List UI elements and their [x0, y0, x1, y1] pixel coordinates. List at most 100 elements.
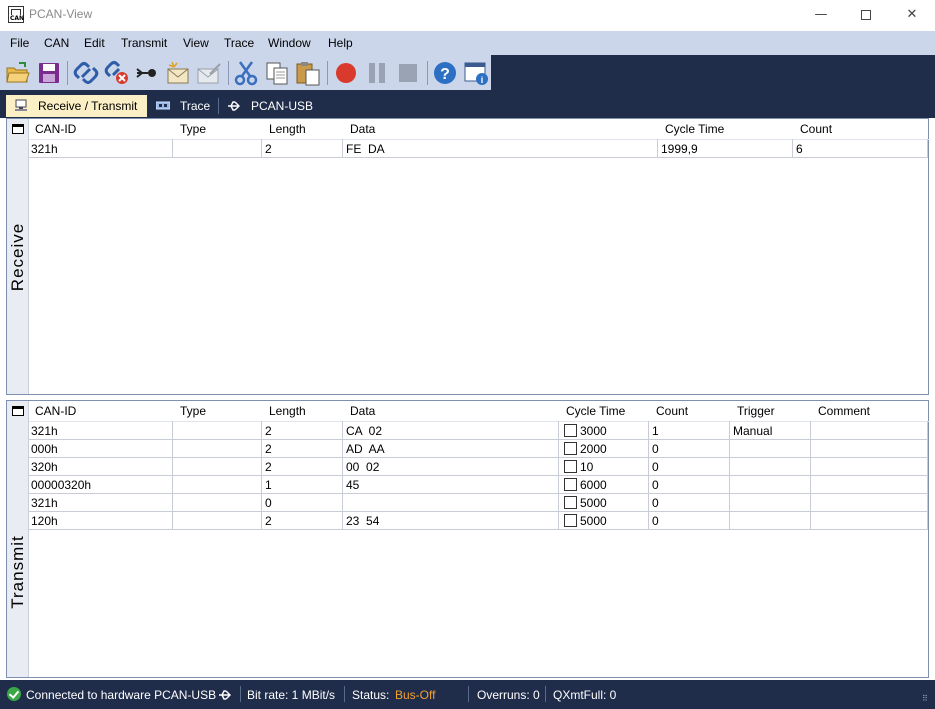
transmit-row-data: AD AA: [346, 442, 385, 456]
col-type[interactable]: Type: [174, 401, 206, 421]
toolbar-area: ? i: [0, 55, 935, 90]
resize-grip-icon[interactable]: ⠿: [922, 695, 932, 706]
transmit-row-can-id: 00000320h: [31, 478, 92, 492]
reset-icon[interactable]: [134, 60, 160, 86]
transmit-row-type: [174, 493, 176, 511]
open-icon[interactable]: [5, 60, 31, 86]
menu-help[interactable]: Help: [328, 36, 353, 50]
menu-can[interactable]: CAN: [44, 36, 69, 50]
receive-row-length: 2: [265, 142, 272, 156]
cycle-enable-checkbox[interactable]: [564, 496, 577, 509]
trace-icon: [156, 101, 170, 110]
transmit-row-can-id: 320h: [31, 460, 58, 474]
cycle-time-value: 5000: [580, 496, 607, 510]
transmit-row-length: 1: [265, 478, 272, 492]
disconnect-icon[interactable]: [104, 60, 130, 86]
table-row[interactable]: [29, 457, 928, 458]
table-row[interactable]: [29, 493, 928, 494]
cycle-enable-checkbox[interactable]: [564, 478, 577, 491]
tab-label: Receive / Transmit: [38, 99, 138, 113]
svg-text:i: i: [481, 75, 484, 85]
menu-file[interactable]: File: [10, 36, 29, 50]
cycle-enable-checkbox[interactable]: [564, 514, 577, 527]
cycle-time-value: 5000: [580, 514, 607, 528]
menu-view[interactable]: View: [183, 36, 209, 50]
tab-label: Trace: [180, 99, 211, 113]
transmit-row-data: 45: [346, 478, 360, 492]
qxmtfull-status: QXmtFull: 0: [553, 688, 617, 702]
svg-text:?: ?: [440, 66, 450, 83]
transmit-row-can-id: 321h: [31, 424, 58, 438]
menu-window[interactable]: Window: [268, 36, 311, 50]
receive-row-data: FE DA: [346, 142, 385, 156]
cycle-enable-checkbox[interactable]: [564, 424, 577, 437]
about-icon[interactable]: i: [463, 60, 489, 86]
edit-message-icon[interactable]: [196, 60, 222, 86]
copy-icon[interactable]: [264, 60, 290, 86]
connect-icon[interactable]: [73, 60, 99, 86]
new-message-icon[interactable]: [166, 60, 192, 86]
stop-icon[interactable]: [395, 60, 421, 86]
transmit-row-comment: [812, 457, 814, 475]
transmit-row-cycle-time[interactable]: 6000: [560, 475, 607, 493]
col-comment[interactable]: Comment: [812, 401, 870, 421]
transmit-row-data: [344, 493, 346, 511]
col-can-id[interactable]: CAN-ID: [29, 119, 76, 139]
col-data[interactable]: Data: [344, 401, 375, 421]
table-row[interactable]: [29, 475, 928, 476]
transmit-row-data: 00 02: [346, 460, 380, 474]
tab-label: PCAN-USB: [251, 99, 314, 113]
transmit-row-cycle-time[interactable]: 5000: [560, 511, 607, 529]
transmit-row-type: [174, 475, 176, 493]
computer-icon: [15, 99, 27, 111]
menu-edit[interactable]: Edit: [84, 36, 105, 50]
col-type[interactable]: Type: [174, 119, 206, 139]
cut-icon[interactable]: [233, 60, 259, 86]
close-button[interactable]: ✕: [889, 0, 935, 30]
transmit-panel: Transmit CAN-ID Type Length Data Cycle T…: [6, 400, 929, 678]
column-chooser-icon[interactable]: [12, 124, 24, 134]
save-icon[interactable]: [36, 60, 62, 86]
status-bar: Connected to hardware PCAN-USB Bit rate:…: [0, 680, 935, 709]
transmit-row-cycle-time[interactable]: 5000: [560, 493, 607, 511]
menu-transmit[interactable]: Transmit: [121, 36, 167, 50]
cycle-enable-checkbox[interactable]: [564, 442, 577, 455]
cycle-time-value: 3000: [580, 424, 607, 438]
cycle-enable-checkbox[interactable]: [564, 460, 577, 473]
tab-receive-transmit[interactable]: Receive / Transmit: [6, 95, 147, 117]
transmit-row-cycle-time[interactable]: 10: [560, 457, 593, 475]
col-trigger[interactable]: Trigger: [731, 401, 775, 421]
minimize-button[interactable]: —: [798, 0, 844, 30]
bus-status-badge: Bus-Off: [395, 688, 436, 702]
receive-panel: Receive CAN-ID Type Length Data Cycle Ti…: [6, 118, 929, 395]
tab-strip: Receive / Transmit Trace PCAN-USB: [0, 90, 935, 118]
table-row[interactable]: [29, 439, 928, 440]
col-length[interactable]: Length: [263, 401, 306, 421]
connected-check-icon: [7, 687, 21, 701]
pause-icon[interactable]: [364, 60, 390, 86]
transmit-row-count: 0: [652, 496, 659, 510]
col-count[interactable]: Count: [650, 401, 688, 421]
table-row[interactable]: [29, 529, 928, 530]
transmit-row-cycle-time[interactable]: 3000: [560, 421, 607, 439]
col-length[interactable]: Length: [263, 119, 306, 139]
help-icon[interactable]: ?: [432, 60, 458, 86]
paste-icon[interactable]: [295, 60, 321, 86]
table-row[interactable]: [29, 511, 928, 512]
col-cycle-time[interactable]: Cycle Time: [560, 401, 625, 421]
tab-pcan-usb[interactable]: PCAN-USB: [221, 95, 321, 117]
transmit-row-cycle-time[interactable]: 2000: [560, 439, 607, 457]
tab-trace[interactable]: Trace: [150, 95, 218, 117]
col-cycle-time[interactable]: Cycle Time: [659, 119, 724, 139]
cycle-time-value: 2000: [580, 442, 607, 456]
column-chooser-icon[interactable]: [12, 406, 24, 416]
col-count[interactable]: Count: [794, 119, 832, 139]
record-icon[interactable]: [333, 60, 359, 86]
col-can-id[interactable]: CAN-ID: [29, 401, 76, 421]
transmit-row-type: [174, 457, 176, 475]
maximize-button[interactable]: [843, 0, 889, 30]
menu-trace[interactable]: Trace: [224, 36, 254, 50]
transmit-row-can-id: 120h: [31, 514, 58, 528]
transmit-row-length: 0: [265, 496, 272, 510]
col-data[interactable]: Data: [344, 119, 375, 139]
